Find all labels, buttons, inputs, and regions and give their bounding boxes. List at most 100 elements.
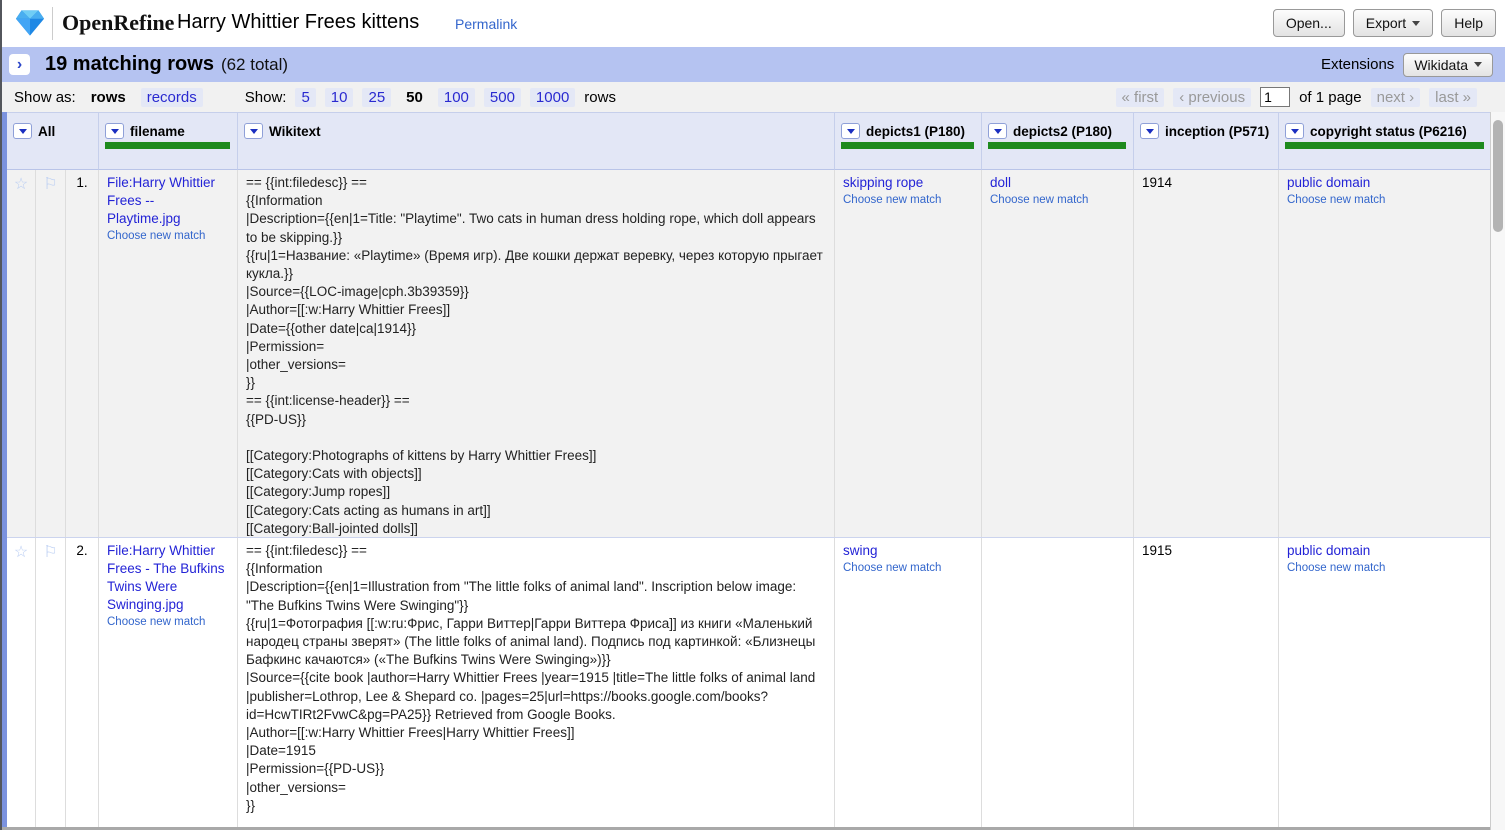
depicts2-column-menu-icon[interactable] bbox=[988, 123, 1007, 139]
wikitext-column-menu-icon[interactable] bbox=[244, 123, 263, 139]
column-label: All bbox=[38, 124, 55, 139]
depicts2-cell-empty[interactable] bbox=[982, 538, 1134, 830]
wikidata-menu-label: Wikidata bbox=[1414, 57, 1468, 73]
openrefine-window: OpenRefine Harry Whittier Frees kittens … bbox=[0, 0, 1505, 830]
choose-new-match-link[interactable]: Choose new match bbox=[1287, 562, 1483, 574]
show-as-label: Show as: bbox=[14, 89, 76, 106]
inception-column-menu-icon[interactable] bbox=[1140, 123, 1159, 139]
extensions-label: Extensions bbox=[1321, 56, 1394, 73]
reconciliation-progress-bar bbox=[1285, 142, 1484, 149]
help-button[interactable]: Help bbox=[1441, 9, 1496, 37]
expand-facets-chevron-icon[interactable]: › bbox=[9, 54, 30, 75]
filename-column-menu-icon[interactable] bbox=[105, 123, 124, 139]
star-icon[interactable]: ☆ bbox=[7, 538, 36, 830]
choose-new-match-link[interactable]: Choose new match bbox=[990, 194, 1125, 206]
inception-cell[interactable]: 1914 bbox=[1134, 170, 1279, 537]
reconciliation-progress-bar bbox=[988, 142, 1126, 149]
topbar-buttons: Open... Export Help bbox=[1273, 9, 1496, 37]
data-table: All filename Wikitext bbox=[2, 112, 1505, 830]
first-page-button[interactable]: « first bbox=[1116, 88, 1165, 107]
project-title[interactable]: Harry Whittier Frees kittens bbox=[177, 11, 419, 34]
depicts1-column-menu-icon[interactable] bbox=[841, 123, 860, 139]
page-size-50-active[interactable]: 50 bbox=[400, 88, 429, 107]
depicts2-cell: doll Choose new match bbox=[982, 170, 1134, 537]
depicts1-match-link[interactable]: swing bbox=[843, 543, 878, 558]
star-icon[interactable]: ☆ bbox=[7, 170, 36, 537]
choose-new-match-link[interactable]: Choose new match bbox=[843, 194, 973, 206]
column-header-wikitext: Wikitext bbox=[238, 112, 835, 170]
depicts2-match-link[interactable]: doll bbox=[990, 175, 1011, 190]
column-header-depicts1: depicts1 (P180) bbox=[835, 112, 982, 170]
page-size-5[interactable]: 5 bbox=[295, 88, 315, 107]
matching-rows-count: 19 matching rows bbox=[45, 53, 214, 76]
show-as-records-toggle[interactable]: records bbox=[141, 88, 203, 107]
copyright-status-match-link[interactable]: public domain bbox=[1287, 543, 1370, 558]
filename-cell: File:Harry Whittier Frees - The Bufkins … bbox=[99, 538, 238, 830]
depicts1-cell: swing Choose new match bbox=[835, 538, 982, 830]
caret-down-icon bbox=[1412, 21, 1420, 30]
choose-new-match-link[interactable]: Choose new match bbox=[1287, 194, 1483, 206]
summary-bar: › 19 matching rows (62 total) Extensions… bbox=[2, 47, 1505, 82]
column-label: Wikitext bbox=[269, 124, 321, 139]
view-controls-bar: Show as: rows records Show: 5 10 25 50 1… bbox=[2, 82, 1505, 112]
wikidata-menu-button[interactable]: Wikidata bbox=[1403, 53, 1493, 77]
rows-suffix-label: rows bbox=[584, 89, 616, 106]
page-size-500[interactable]: 500 bbox=[484, 88, 521, 107]
open-button[interactable]: Open... bbox=[1273, 9, 1345, 37]
inception-cell[interactable]: 1915 bbox=[1134, 538, 1279, 830]
inception-value: 1914 bbox=[1142, 174, 1270, 192]
vertical-scrollbar[interactable] bbox=[1490, 112, 1505, 830]
table-header-row: All filename Wikitext bbox=[7, 112, 1492, 170]
page-size-10[interactable]: 10 bbox=[325, 88, 354, 107]
vertical-scrollbar-thumb[interactable] bbox=[1493, 120, 1503, 232]
show-as-rows-toggle[interactable]: rows bbox=[85, 88, 132, 107]
page-size-100[interactable]: 100 bbox=[438, 88, 475, 107]
column-label: inception (P571) bbox=[1165, 124, 1269, 139]
export-button-label: Export bbox=[1366, 15, 1406, 31]
depicts1-match-link[interactable]: skipping rope bbox=[843, 175, 923, 190]
table-row: ☆ ⚐ 2. File:Harry Whittier Frees - The B… bbox=[7, 538, 1492, 830]
page-count-label: of 1 page bbox=[1299, 89, 1362, 106]
filename-match-link[interactable]: File:Harry Whittier Frees - The Bufkins … bbox=[107, 543, 225, 612]
export-button[interactable]: Export bbox=[1353, 9, 1433, 37]
reconciliation-progress-bar bbox=[105, 142, 230, 149]
total-rows-count: (62 total) bbox=[221, 55, 288, 75]
copyright-status-match-link[interactable]: public domain bbox=[1287, 175, 1370, 190]
wikitext-value: == {{int:filedesc}} == {{Information |De… bbox=[246, 542, 826, 815]
choose-new-match-link[interactable]: Choose new match bbox=[843, 562, 973, 574]
wikitext-cell[interactable]: == {{int:filedesc}} == {{Information |De… bbox=[238, 538, 835, 830]
choose-new-match-link[interactable]: Choose new match bbox=[107, 230, 229, 242]
show-label: Show: bbox=[245, 89, 287, 106]
flag-icon[interactable]: ⚐ bbox=[36, 170, 66, 537]
choose-new-match-link[interactable]: Choose new match bbox=[107, 616, 229, 628]
openrefine-diamond-icon bbox=[15, 9, 45, 37]
filename-cell: File:Harry Whittier Frees -- Playtime.jp… bbox=[99, 170, 238, 537]
column-label: depicts2 (P180) bbox=[1013, 124, 1112, 139]
column-label: depicts1 (P180) bbox=[866, 124, 965, 139]
copyright-status-column-menu-icon[interactable] bbox=[1285, 123, 1304, 139]
page-size-25[interactable]: 25 bbox=[362, 88, 391, 107]
last-page-button[interactable]: last » bbox=[1429, 88, 1477, 107]
wikitext-value: == {{int:filedesc}} == {{Information |De… bbox=[246, 174, 826, 537]
wikitext-cell[interactable]: == {{int:filedesc}} == {{Information |De… bbox=[238, 170, 835, 537]
all-column-menu-icon[interactable] bbox=[13, 123, 32, 139]
copyright-status-cell: public domain Choose new match bbox=[1279, 538, 1492, 830]
previous-page-button[interactable]: ‹ previous bbox=[1173, 88, 1251, 107]
page-size-1000[interactable]: 1000 bbox=[530, 88, 575, 107]
filename-match-link[interactable]: File:Harry Whittier Frees -- Playtime.jp… bbox=[107, 175, 215, 226]
logo-divider bbox=[52, 7, 53, 40]
column-header-filename: filename bbox=[99, 112, 238, 170]
page-number-input[interactable] bbox=[1260, 87, 1290, 107]
inception-value: 1915 bbox=[1142, 542, 1270, 560]
top-bar: OpenRefine Harry Whittier Frees kittens … bbox=[2, 0, 1505, 47]
next-page-button[interactable]: next › bbox=[1371, 88, 1421, 107]
permalink-link[interactable]: Permalink bbox=[455, 16, 517, 32]
caret-down-icon bbox=[1474, 62, 1482, 71]
row-index: 2. bbox=[66, 538, 99, 830]
column-label: copyright status (P6216) bbox=[1310, 124, 1467, 139]
reconciliation-progress-bar bbox=[841, 142, 974, 149]
summary-bar-right: Extensions Wikidata bbox=[1321, 53, 1493, 77]
flag-icon[interactable]: ⚐ bbox=[36, 538, 66, 830]
depicts1-cell: skipping rope Choose new match bbox=[835, 170, 982, 537]
column-header-inception: inception (P571) bbox=[1134, 112, 1279, 170]
